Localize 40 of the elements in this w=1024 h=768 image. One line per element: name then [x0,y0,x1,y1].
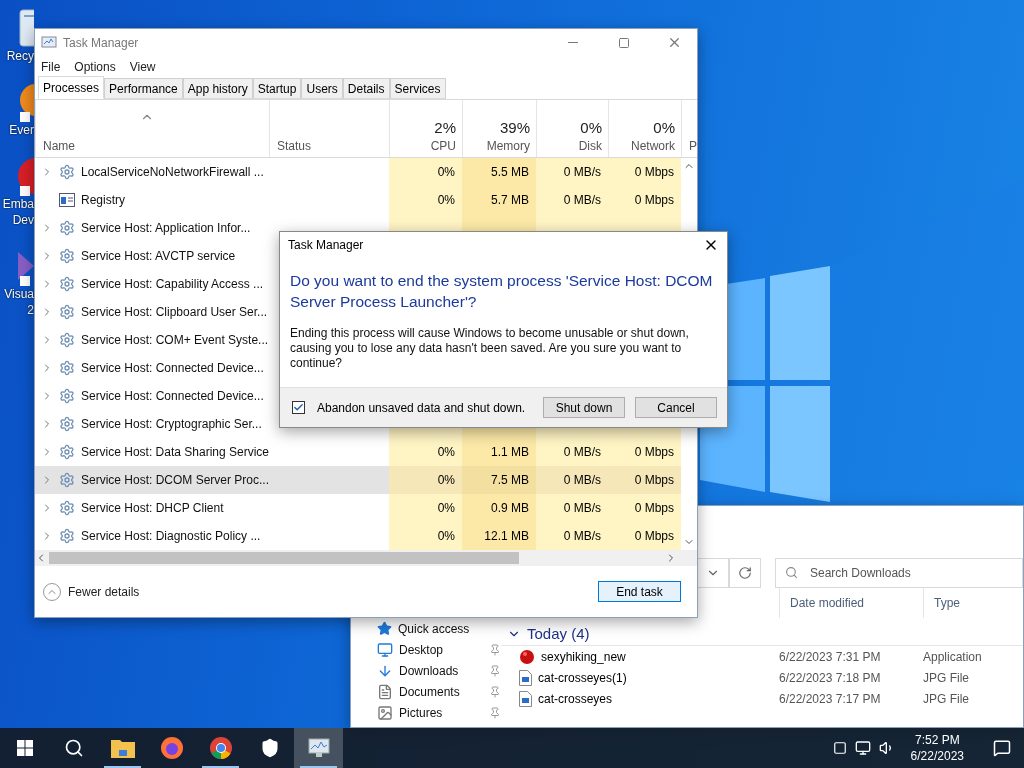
icon-label: Recy [6,48,34,64]
table-cell: 0 Mbps [608,186,681,214]
table-cell: 0 Mbps [608,466,681,494]
table-cell: 0 MB/s [536,494,608,522]
table-cell: 0 MB/s [536,522,608,550]
file-date: 6/22/2023 7:18 PM [779,670,882,685]
table-cell: 0% [389,494,462,522]
table-cell: 0 Mbps [608,494,681,522]
dialog-message: Ending this process will cause Windows to become unusable or shut down, causing you to lose any data hasn't been saved. Are you sure you want to continue? [289,325,690,371]
table-cell: 0 MB/s [536,158,608,186]
dialog-heading: Do you want to end the system process 'Service Host: DCOM Server Process Launcher'? [289,271,714,312]
table-cell: 0 Mbps [608,522,681,550]
file-type: Application [923,649,983,664]
window-title: Task Manager [63,35,140,50]
table-cell: 5.7 MB [462,186,536,214]
icon-label: Emba [2,196,34,212]
icon-label: Dev [12,212,34,228]
table-cell: 0 MB/s [536,466,608,494]
table-cell: 0% [389,522,462,550]
table-cell: 0 MB/s [536,186,608,214]
table-cell: 0 Mbps [608,438,681,466]
file-type: JPG File [923,691,970,706]
table-cell: 0.9 MB [462,494,536,522]
table-cell: 0% [389,466,462,494]
table-cell: 7.5 MB [462,466,536,494]
table-cell: 0% [389,158,462,186]
icon-label: Visua [4,286,34,302]
table-cell: 0% [389,186,462,214]
table-cell: 12.1 MB [462,522,536,550]
table-cell: 0 MB/s [536,438,608,466]
file-date: 6/22/2023 7:17 PM [779,691,882,706]
table-cell: 0 Mbps [608,158,681,186]
dialog-title: Task Manager [288,238,364,252]
file-type: JPG File [923,670,970,685]
table-cell: 5.5 MB [462,158,536,186]
table-cell: 0% [389,438,462,466]
icon-label: Ever [9,122,34,138]
file-date: 6/22/2023 7:31 PM [779,649,882,664]
icon-label: 2 [27,302,34,318]
table-cell: 1.1 MB [462,438,536,466]
